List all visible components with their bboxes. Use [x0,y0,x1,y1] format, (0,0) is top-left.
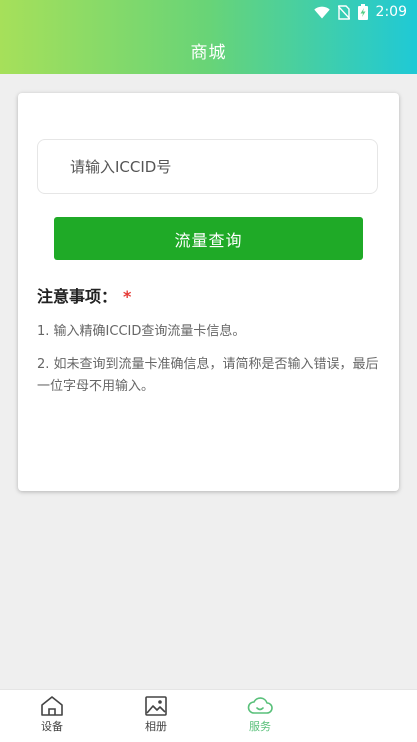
status-bar: 2:09 [313,3,407,21]
query-button[interactable]: 流量查询 [54,217,363,260]
battery-charging-icon [357,4,368,20]
notes-title: 注意事项： [37,287,118,306]
iccid-input[interactable] [37,139,378,194]
page-title: 商城 [190,43,227,63]
tab-album[interactable]: 相册 [126,694,186,734]
image-icon [145,696,167,716]
status-time: 2:09 [375,4,407,20]
note-item-1: 1. 输入精确ICCID查询流量卡信息。 [37,324,246,339]
notes-heading: 注意事项： * [37,283,131,307]
bottom-tab-bar: 设备 相册 服务 [0,689,417,742]
cloud-icon [247,697,273,714]
wifi-icon [313,6,330,18]
tab-label: 设备 [41,720,63,733]
tab-label: 相册 [145,720,167,733]
tab-services[interactable]: 服务 [230,694,290,734]
tab-devices[interactable]: 设备 [22,694,82,734]
home-icon [41,696,63,716]
required-mark: * [123,287,132,306]
tab-label: 服务 [249,720,271,733]
no-sim-icon [337,4,350,20]
app-header: 2:09 商城 [0,0,417,74]
note-item-2: 2. 如未查询到流量卡准确信息，请简称是否输入错误，最后一位字母不用输入。 [37,357,379,394]
iccid-query-card: 流量查询 注意事项： * 1. 输入精确ICCID查询流量卡信息。 2. 如未查询… [18,93,399,491]
